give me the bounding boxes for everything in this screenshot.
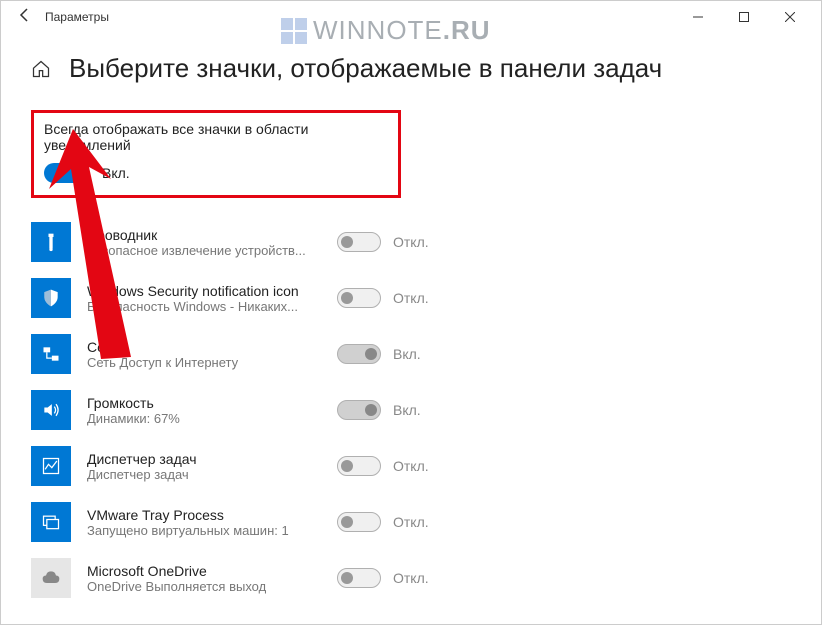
item-title: Проводник — [87, 227, 317, 243]
item-title: Windows Security notification icon — [87, 283, 317, 299]
item-text: Microsoft OneDriveOneDrive Выполняется в… — [87, 563, 317, 594]
item-toggle-state: Откл. — [393, 458, 429, 474]
item-toggle-state: Откл. — [393, 234, 429, 250]
item-subtitle: Запущено виртуальных машин: 1 — [87, 523, 317, 538]
item-text: СетьСеть Доступ к Интернету — [87, 339, 317, 370]
master-toggle-label: Всегда отображать все значки в области у… — [44, 121, 388, 153]
item-subtitle: Диспетчер задач — [87, 467, 317, 482]
item-toggle[interactable] — [337, 512, 381, 532]
item-toggle-state: Откл. — [393, 570, 429, 586]
network-icon — [31, 334, 71, 374]
list-item: Windows Security notification iconБезопа… — [31, 272, 791, 328]
item-toggle[interactable] — [337, 344, 381, 364]
maximize-button[interactable] — [721, 1, 767, 33]
item-title: Microsoft OneDrive — [87, 563, 317, 579]
item-toggle[interactable] — [337, 288, 381, 308]
item-toggle-state: Вкл. — [393, 346, 421, 362]
item-toggle[interactable] — [337, 456, 381, 476]
master-toggle-state: Вкл. — [102, 165, 130, 181]
item-subtitle: Динамики: 67% — [87, 411, 317, 426]
volume-icon — [31, 390, 71, 430]
item-toggle[interactable] — [337, 400, 381, 420]
vmware-icon — [31, 502, 71, 542]
back-button[interactable] — [9, 7, 41, 28]
window-title: Параметры — [45, 10, 109, 24]
item-text: Windows Security notification iconБезопа… — [87, 283, 317, 314]
list-item: ПроводникБезопасное извлечение устройств… — [31, 216, 791, 272]
item-toggle-wrap: Откл. — [337, 232, 429, 252]
item-toggle-wrap: Вкл. — [337, 400, 421, 420]
item-toggle-wrap: Откл. — [337, 288, 429, 308]
highlight-box: Всегда отображать все значки в области у… — [31, 110, 401, 198]
item-text: VMware Tray ProcessЗапущено виртуальных … — [87, 507, 317, 538]
list-item: Microsoft OneDriveOneDrive Выполняется в… — [31, 552, 791, 608]
page-title: Выберите значки, отображаемые в панели з… — [69, 53, 662, 84]
item-toggle-state: Вкл. — [393, 402, 421, 418]
item-title: VMware Tray Process — [87, 507, 317, 523]
shield-icon — [31, 278, 71, 318]
item-title: Диспетчер задач — [87, 451, 317, 467]
item-subtitle: Сеть Доступ к Интернету — [87, 355, 317, 370]
item-subtitle: Безопасное извлечение устройств... — [87, 243, 317, 258]
item-toggle[interactable] — [337, 232, 381, 252]
taskmgr-icon — [31, 446, 71, 486]
minimize-button[interactable] — [675, 1, 721, 33]
item-toggle-wrap: Откл. — [337, 568, 429, 588]
list-item: Диспетчер задачДиспетчер задач Откл. — [31, 440, 791, 496]
item-text: Диспетчер задачДиспетчер задач — [87, 451, 317, 482]
master-toggle[interactable] — [44, 163, 88, 183]
item-text: ПроводникБезопасное извлечение устройств… — [87, 227, 317, 258]
item-subtitle: OneDrive Выполняется выход — [87, 579, 317, 594]
item-title: Громкость — [87, 395, 317, 411]
item-subtitle: Безопасность Windows - Никаких... — [87, 299, 317, 314]
item-toggle-state: Откл. — [393, 514, 429, 530]
close-button[interactable] — [767, 1, 813, 33]
list-item: ГромкостьДинамики: 67% Вкл. — [31, 384, 791, 440]
list-item: VMware Tray ProcessЗапущено виртуальных … — [31, 496, 791, 552]
item-toggle-wrap: Вкл. — [337, 344, 421, 364]
list-item: СетьСеть Доступ к Интернету Вкл. — [31, 328, 791, 384]
item-toggle-state: Откл. — [393, 290, 429, 306]
item-toggle-wrap: Откл. — [337, 456, 429, 476]
item-text: ГромкостьДинамики: 67% — [87, 395, 317, 426]
content: Всегда отображать все значки в области у… — [1, 110, 821, 608]
page-header: Выберите значки, отображаемые в панели з… — [1, 33, 821, 110]
item-toggle[interactable] — [337, 568, 381, 588]
item-title: Сеть — [87, 339, 317, 355]
cloud-icon — [31, 558, 71, 598]
usb-icon — [31, 222, 71, 262]
home-icon[interactable] — [31, 59, 51, 79]
titlebar: Параметры — [1, 1, 821, 33]
item-toggle-wrap: Откл. — [337, 512, 429, 532]
